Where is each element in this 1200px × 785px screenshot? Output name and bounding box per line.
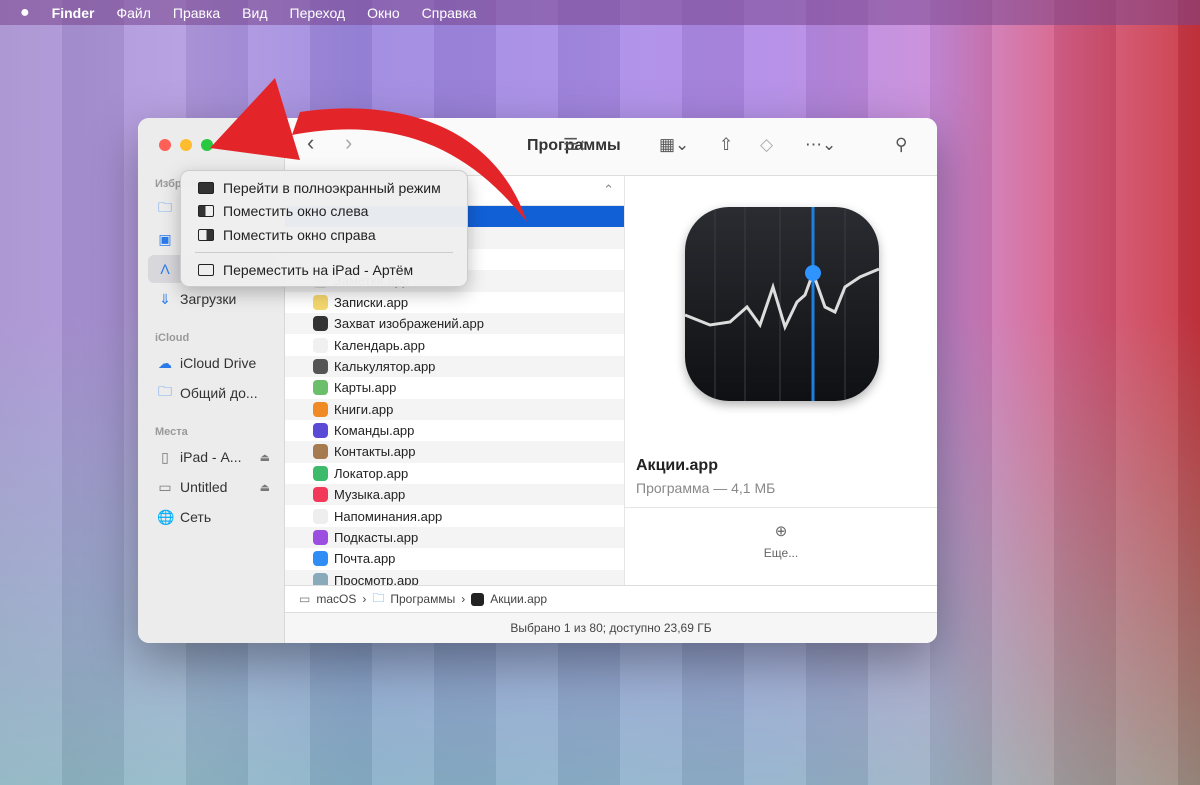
red-arrow-annotation [210, 78, 527, 222]
